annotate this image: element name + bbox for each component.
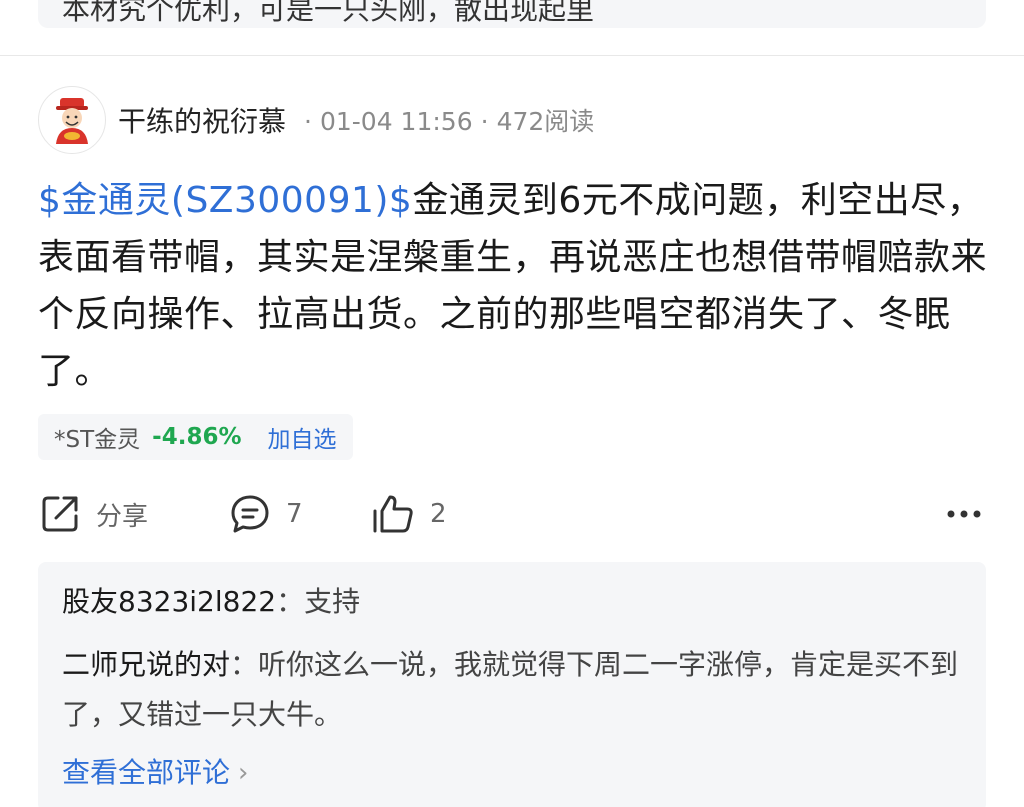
more-button[interactable] xyxy=(946,490,982,538)
thumbs-up-icon xyxy=(373,495,413,533)
post-content[interactable]: $金通灵(SZ300091)$金通灵到6元不成问题，利空出尽，表面看带帽，其实是… xyxy=(38,172,988,400)
avatar[interactable] xyxy=(38,86,106,154)
author-name[interactable]: 干练的祝衍慕 xyxy=(118,100,286,140)
comment-user[interactable]: 二师兄说的对 xyxy=(62,648,230,681)
stock-chip-change: -4.86% xyxy=(152,424,242,450)
post-meta: · 01-04 11:56 · 472阅读 xyxy=(304,107,595,136)
add-watchlist-button[interactable]: 加自选 xyxy=(268,420,337,454)
share-icon xyxy=(42,496,78,532)
comment-item[interactable]: 股友8323i2l822：支持 xyxy=(62,577,360,627)
like-count: 2 xyxy=(430,499,447,529)
comment-icon xyxy=(231,495,269,533)
stock-chip[interactable]: *ST金灵 -4.86% 加自选 xyxy=(38,414,353,460)
view-all-comments-link[interactable]: 查看全部评论 › xyxy=(62,748,248,798)
comment-user[interactable]: 股友8323i2l822 xyxy=(62,585,276,618)
post-divider xyxy=(0,55,1024,56)
post-header: 干练的祝衍慕 · 01-04 11:56 · 472阅读 xyxy=(38,86,594,154)
comment-button[interactable]: 7 xyxy=(228,490,303,538)
post-actions: 分享 7 2 xyxy=(38,490,986,538)
view-all-comments-label: 查看全部评论 xyxy=(62,756,231,789)
previous-post-card[interactable]: 本材究个优利，可是一只头刚，散出现起里 xyxy=(38,0,986,28)
previous-post-text: 本材究个优利，可是一只头刚，散出现起里 xyxy=(62,0,595,26)
comment-count: 7 xyxy=(286,499,303,529)
like-button[interactable]: 2 xyxy=(370,490,447,538)
god-of-wealth-avatar-icon xyxy=(56,98,88,144)
comment-item[interactable]: 二师兄说的对：听你这么一说，我就觉得下周二一字涨停，肯定是买不到了，又错过一只大… xyxy=(62,640,962,740)
stock-tag-link[interactable]: $金通灵(SZ300091)$ xyxy=(38,180,412,221)
stock-chip-name: *ST金灵 xyxy=(54,427,141,453)
share-button[interactable]: 分享 xyxy=(38,490,148,538)
more-icon xyxy=(947,510,981,518)
post-reads: 472阅读 xyxy=(496,107,595,136)
chevron-right-icon: › xyxy=(238,758,249,788)
comment-text: 支持 xyxy=(304,585,361,618)
share-label: 分享 xyxy=(96,501,149,532)
post-date: 01-04 11:56 xyxy=(319,107,473,136)
comment-separator: ： xyxy=(230,648,259,681)
comment-separator: ： xyxy=(276,585,305,618)
